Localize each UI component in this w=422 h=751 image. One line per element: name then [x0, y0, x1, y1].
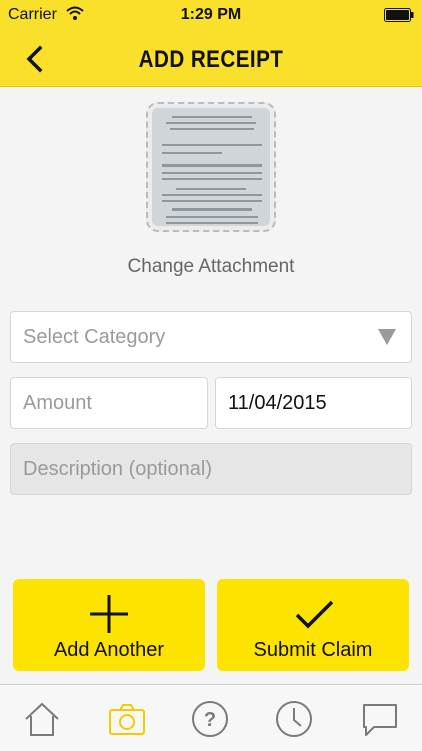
receipt-thumbnail[interactable] — [146, 102, 276, 232]
add-another-button[interactable]: Add Another — [13, 579, 205, 671]
page-title: ADD RECEIPT — [138, 46, 284, 73]
date-field[interactable]: 11/04/2015 — [215, 377, 412, 429]
chat-icon[interactable] — [360, 699, 400, 739]
description-field[interactable]: Description (optional) — [10, 443, 412, 495]
date-value: 11/04/2015 — [228, 391, 327, 414]
dropdown-arrow-icon — [378, 329, 396, 345]
status-bar: Carrier 1:29 PM — [0, 0, 422, 32]
svg-text:?: ? — [204, 709, 216, 731]
amount-field[interactable]: Amount — [10, 377, 208, 429]
description-placeholder: Description (optional) — [23, 457, 212, 480]
tab-bar: ? — [0, 684, 422, 751]
nav-bar: ADD RECEIPT — [0, 32, 422, 87]
status-time: 1:29 PM — [180, 6, 242, 23]
submit-claim-label: Submit Claim — [253, 639, 373, 661]
home-icon[interactable] — [22, 699, 62, 739]
category-placeholder: Select Category — [23, 325, 166, 348]
plus-icon — [90, 595, 128, 633]
clock-icon[interactable] — [274, 699, 314, 739]
amount-placeholder: Amount — [23, 391, 92, 414]
battery-icon — [384, 8, 414, 22]
checkmark-icon — [295, 600, 334, 629]
camera-icon[interactable] — [107, 699, 147, 739]
change-attachment-link[interactable]: Change Attachment — [0, 256, 422, 278]
add-another-label: Add Another — [53, 639, 165, 661]
help-icon[interactable]: ? — [190, 699, 230, 739]
receipt-image — [152, 108, 270, 226]
submit-claim-button[interactable]: Submit Claim — [217, 579, 409, 671]
category-select[interactable]: Select Category — [10, 311, 412, 363]
